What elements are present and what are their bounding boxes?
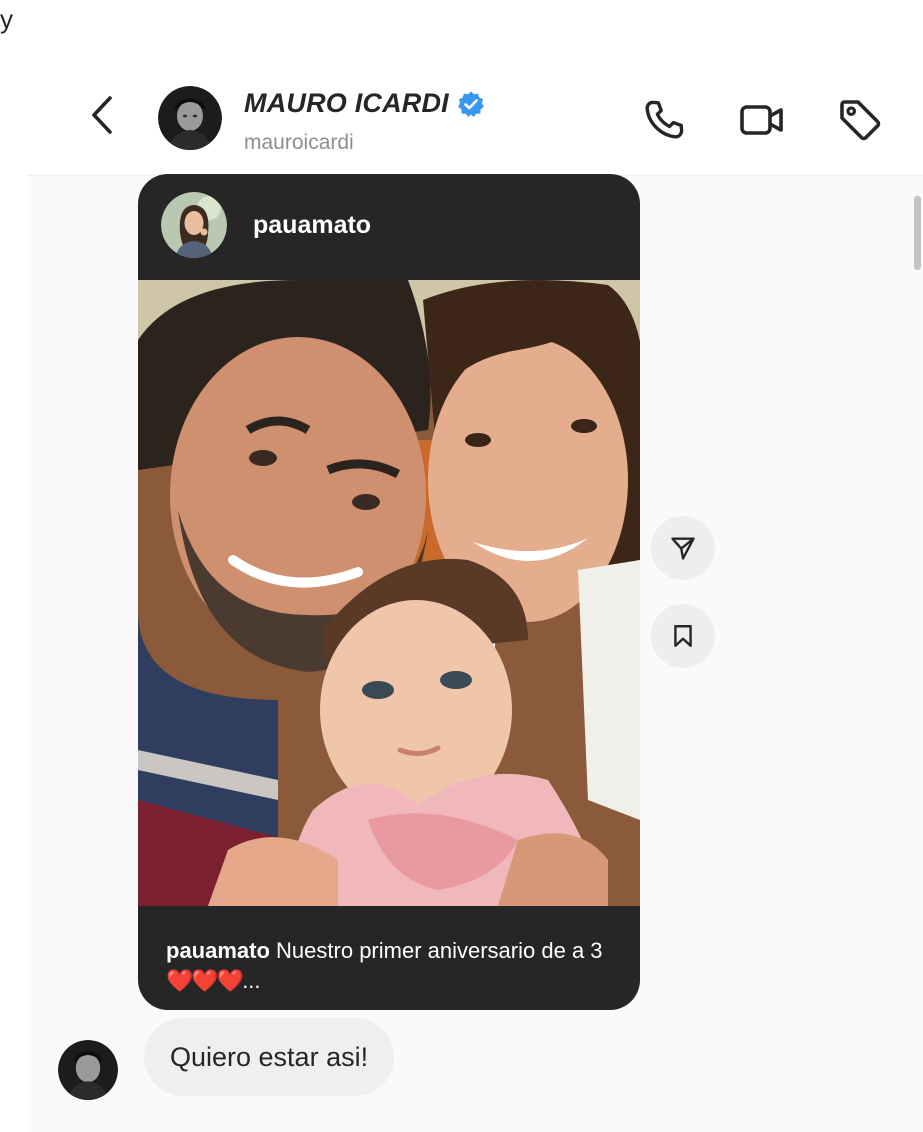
heart-emoji: ❤️❤️❤️ (166, 968, 244, 993)
video-call-button[interactable] (738, 96, 786, 144)
sender-avatar[interactable] (58, 1040, 118, 1100)
send-icon (671, 537, 695, 560)
message-text: Quiero estar asi! (170, 1041, 369, 1072)
message-bubble[interactable]: Quiero estar asi! (144, 1018, 395, 1096)
contact-name-row[interactable]: MAURO ICARDI (244, 88, 485, 119)
contact-handle: mauroicardi (244, 131, 354, 154)
caption-username: pauamato (166, 938, 270, 963)
back-button[interactable] (82, 90, 122, 140)
tag-button[interactable] (836, 96, 884, 144)
clipped-glyph: y (0, 4, 13, 34)
tag-icon (840, 100, 881, 141)
left-margin (0, 176, 28, 1132)
caption-ellipsis: ... (242, 968, 261, 993)
verified-badge-icon (458, 91, 484, 117)
bookmark-icon (674, 625, 692, 647)
caption-text: Nuestro primer aniversario de a 3 (276, 938, 603, 963)
video-camera-icon (740, 105, 783, 135)
save-post-button[interactable] (651, 604, 715, 668)
post-caption: pauamato Nuestro primer aniversario de a… (166, 936, 606, 996)
post-author-avatar (161, 192, 227, 258)
phone-icon (645, 100, 684, 139)
scrollbar-thumb[interactable] (914, 196, 921, 270)
share-post-button[interactable] (651, 516, 715, 580)
chat-header: MAURO ICARDI mauroicardi (28, 40, 923, 176)
chevron-left-icon (92, 96, 112, 134)
post-author-row[interactable]: pauamato (161, 192, 371, 258)
shared-post-card[interactable]: pauamato pauamato Nuestro primer anivers… (138, 174, 640, 1010)
contact-avatar[interactable] (158, 86, 222, 150)
voice-call-button[interactable] (640, 96, 688, 144)
contact-name: MAURO ICARDI (244, 88, 449, 118)
post-image (138, 280, 640, 906)
post-author-username: pauamato (253, 210, 372, 239)
